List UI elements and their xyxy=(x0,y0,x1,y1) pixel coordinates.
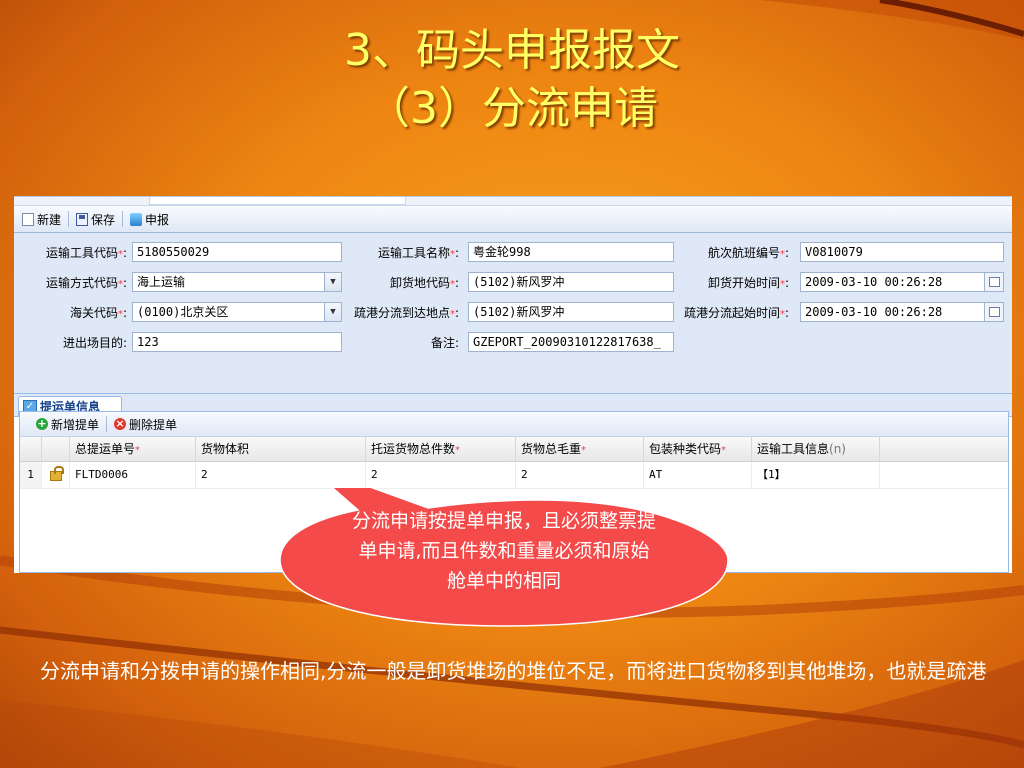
chevron-down-icon[interactable]: ▼ xyxy=(324,273,341,291)
new-button-label: 新建 xyxy=(37,212,62,227)
voyage-no-field[interactable]: V0810079 xyxy=(800,242,1004,262)
transport-mode-select[interactable]: 海上运输 ▼ xyxy=(132,272,342,292)
plus-icon: + xyxy=(36,417,48,430)
delete-bill-button[interactable]: × 删除提单 xyxy=(110,416,181,433)
add-bill-button[interactable]: + 新增提单 xyxy=(32,416,103,433)
remark-field[interactable]: GZEPORT_20090310122817638_ xyxy=(468,332,674,352)
slide-title-line2: （3）分流申请 xyxy=(366,83,658,134)
new-button[interactable]: 新建 xyxy=(18,209,65,229)
slide-title-line1: 3、码头申报报文 xyxy=(344,25,680,76)
toolbar-separator xyxy=(68,211,70,227)
transport-name-label: 运输工具名称*: xyxy=(377,246,459,260)
lock-icon xyxy=(42,462,70,488)
cell-pack-code[interactable]: AT xyxy=(644,462,752,488)
voyage-no-label: 航次航班编号*: xyxy=(707,246,789,260)
diversion-dest-label: 疏港分流到达地点*: xyxy=(353,306,459,320)
toolbar-separator xyxy=(106,416,108,432)
send-arrow-icon xyxy=(130,212,143,226)
transport-code-label: 运输工具代码*: xyxy=(45,246,127,260)
transport-name-field[interactable]: 粤金轮998 xyxy=(468,242,674,262)
diversion-start-field[interactable]: 2009-03-10 00:26:28 xyxy=(800,302,1004,322)
cell-bill-no[interactable]: FLTD0006 xyxy=(70,462,196,488)
save-button-label: 保存 xyxy=(91,212,116,227)
calendar-icon[interactable] xyxy=(984,273,1003,291)
main-toolbar: 新建 保存 申报 xyxy=(14,206,1012,233)
slide-title: 3、码头申报报文 （3）分流申请 xyxy=(0,22,1024,138)
cell-pieces[interactable]: 2 xyxy=(366,462,516,488)
column-header[interactable]: 托运货物总件数* xyxy=(366,437,516,461)
bottom-description: 分流申请和分拨申请的操作相同,分流一般是卸货堆场的堆位不足，而将进口货物移到其他… xyxy=(40,659,987,683)
table-row[interactable]: 1 FLTD0006 2 2 2 AT 【1】 xyxy=(20,462,1008,489)
submit-button[interactable]: 申报 xyxy=(126,209,173,229)
grid-toolbar: + 新增提单 × 删除提单 xyxy=(20,412,1008,437)
callout-text: 分流申请按提单申报，且必须整票提单申请,而且件数和重量必须和原始舱单中的相同 xyxy=(351,510,656,592)
delete-x-icon: × xyxy=(114,417,127,430)
transport-code-field[interactable]: 5180550029 xyxy=(132,242,342,262)
remark-label: 备注: xyxy=(430,336,459,350)
customs-code-value: (0100)北京关区 xyxy=(137,305,229,319)
save-disk-icon xyxy=(76,212,89,226)
column-header[interactable]: 货物总毛重* xyxy=(516,437,644,461)
add-bill-label: 新增提单 xyxy=(51,417,100,432)
unload-start-field[interactable]: 2009-03-10 00:26:28 xyxy=(800,272,1004,292)
save-button[interactable]: 保存 xyxy=(72,209,119,229)
unload-place-label: 卸货地代码*: xyxy=(389,276,459,290)
declaration-form: 运输工具代码*: 5180550029 运输工具名称*: 粤金轮998 航次航班… xyxy=(14,233,1012,394)
diversion-start-value: 2009-03-10 00:26:28 xyxy=(805,305,943,319)
new-document-icon xyxy=(22,212,34,226)
submit-button-label: 申报 xyxy=(145,212,170,227)
header-lock xyxy=(42,437,70,461)
row-number: 1 xyxy=(20,462,42,488)
transport-mode-label: 运输方式代码*: xyxy=(45,276,127,290)
column-header[interactable]: 包装种类代码* xyxy=(644,437,752,461)
grid-header: 总提运单号* 货物体积 托运货物总件数* 货物总毛重* 包装种类代码* 运输工具… xyxy=(20,437,1008,462)
unload-start-label: 卸货开始时间*: xyxy=(707,276,789,290)
top-strip xyxy=(14,197,1012,206)
cell-transport-info[interactable]: 【1】 xyxy=(752,462,880,488)
diversion-dest-field[interactable]: (5102)新风罗冲 xyxy=(468,302,674,322)
purpose-label: 进出场目的: xyxy=(62,336,127,350)
delete-bill-label: 删除提单 xyxy=(129,417,178,432)
header-rownum xyxy=(20,437,42,461)
diversion-start-label: 疏港分流起始时间*: xyxy=(683,306,789,320)
calendar-icon[interactable] xyxy=(984,303,1003,321)
cell-volume[interactable]: 2 xyxy=(196,462,366,488)
customs-code-label: 海关代码*: xyxy=(69,306,127,320)
transport-mode-value: 海上运输 xyxy=(137,275,186,289)
column-header[interactable]: 运输工具信息(n) xyxy=(752,437,880,461)
column-header[interactable]: 总提运单号* xyxy=(70,437,196,461)
cell-weight[interactable]: 2 xyxy=(516,462,644,488)
customs-code-select[interactable]: (0100)北京关区 ▼ xyxy=(132,302,342,322)
unload-start-value: 2009-03-10 00:26:28 xyxy=(805,275,943,289)
toolbar-separator xyxy=(122,211,124,227)
unload-place-field[interactable]: (5102)新风罗冲 xyxy=(468,272,674,292)
purpose-field[interactable]: 123 xyxy=(132,332,342,352)
column-header[interactable]: 货物体积 xyxy=(196,437,366,461)
